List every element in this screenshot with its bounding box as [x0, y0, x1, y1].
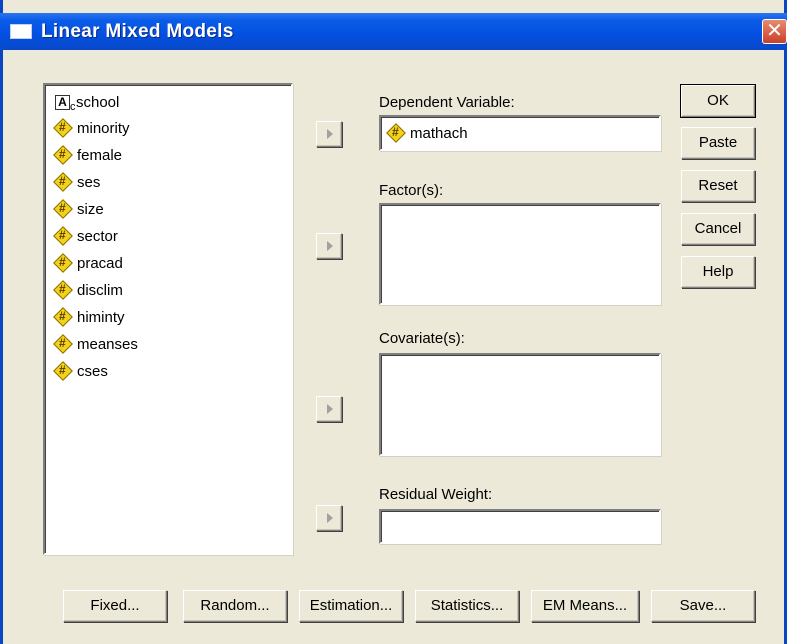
window-icon	[10, 24, 32, 39]
residual-weight-field[interactable]	[379, 509, 661, 544]
right-arrow-icon	[327, 129, 333, 139]
dependent-variable-field[interactable]: mathach	[379, 115, 661, 151]
variable-name: female	[77, 146, 123, 164]
em-means-button[interactable]: EM Means...	[531, 590, 639, 622]
numeric-variable-icon	[55, 309, 72, 326]
reset-button[interactable]: Reset	[681, 170, 755, 202]
numeric-variable-icon	[55, 147, 72, 164]
variable-name: sector	[77, 227, 118, 245]
numeric-variable-icon	[55, 174, 72, 191]
move-to-factors-button[interactable]	[316, 233, 342, 259]
close-button[interactable]: ✕	[762, 19, 787, 44]
dialog-window: Linear Mixed Models ✕ A school minority …	[0, 0, 787, 644]
numeric-variable-icon	[55, 201, 72, 218]
variable-name: cses	[77, 362, 108, 380]
string-variable-icon: A	[55, 94, 76, 114]
right-arrow-icon	[327, 241, 333, 251]
numeric-variable-icon	[55, 363, 72, 380]
variable-name: disclim	[77, 281, 123, 299]
estimation-button[interactable]: Estimation...	[299, 590, 403, 622]
list-item[interactable]: minority	[55, 116, 130, 140]
window-title: Linear Mixed Models	[41, 21, 234, 42]
move-to-dependent-button[interactable]	[316, 121, 342, 147]
covariates-label: Covariate(s):	[379, 330, 465, 347]
list-item[interactable]: disclim	[55, 278, 123, 302]
variable-name: minority	[77, 119, 130, 137]
variable-name: ses	[77, 173, 101, 191]
list-item[interactable]: ses	[55, 170, 100, 194]
variable-name: pracad	[77, 254, 123, 272]
numeric-variable-icon	[55, 336, 72, 353]
dependent-variable-value: mathach	[410, 124, 468, 142]
covariates-list[interactable]	[379, 353, 661, 456]
numeric-variable-icon	[388, 125, 405, 142]
variable-name: size	[77, 200, 104, 218]
title-bar[interactable]: Linear Mixed Models ✕	[0, 13, 787, 50]
help-button[interactable]: Help	[681, 256, 755, 288]
variable-name: himinty	[77, 308, 125, 326]
dependent-variable-item[interactable]: mathach	[388, 121, 468, 145]
save-button[interactable]: Save...	[651, 590, 755, 622]
list-item[interactable]: sector	[55, 224, 118, 248]
list-item[interactable]: pracad	[55, 251, 123, 275]
right-arrow-icon	[327, 404, 333, 414]
list-item[interactable]: himinty	[55, 305, 125, 329]
list-item[interactable]: A school	[55, 90, 119, 114]
list-item[interactable]: cses	[55, 359, 108, 383]
cancel-button[interactable]: Cancel	[681, 213, 755, 245]
list-item[interactable]: size	[55, 197, 104, 221]
numeric-variable-icon	[55, 228, 72, 245]
list-item[interactable]: female	[55, 143, 122, 167]
numeric-variable-icon	[55, 120, 72, 137]
numeric-variable-icon	[55, 255, 72, 272]
variable-name: school	[76, 93, 120, 111]
variable-list[interactable]: A school minority female ses size sector…	[43, 83, 293, 555]
dependent-variable-label: Dependent Variable:	[379, 94, 515, 111]
paste-button[interactable]: Paste	[681, 127, 755, 159]
variable-name: meanses	[77, 335, 138, 353]
move-to-covariates-button[interactable]	[316, 396, 342, 422]
factors-label: Factor(s):	[379, 182, 444, 199]
numeric-variable-icon	[55, 282, 72, 299]
move-to-residual-weight-button[interactable]	[316, 505, 342, 531]
right-arrow-icon	[327, 513, 333, 523]
factors-list[interactable]	[379, 203, 661, 305]
residual-weight-label: Residual Weight:	[379, 486, 493, 503]
random-button[interactable]: Random...	[183, 590, 287, 622]
statistics-button[interactable]: Statistics...	[415, 590, 519, 622]
fixed-button[interactable]: Fixed...	[63, 590, 167, 622]
ok-button[interactable]: OK	[680, 84, 756, 118]
list-item[interactable]: meanses	[55, 332, 138, 356]
